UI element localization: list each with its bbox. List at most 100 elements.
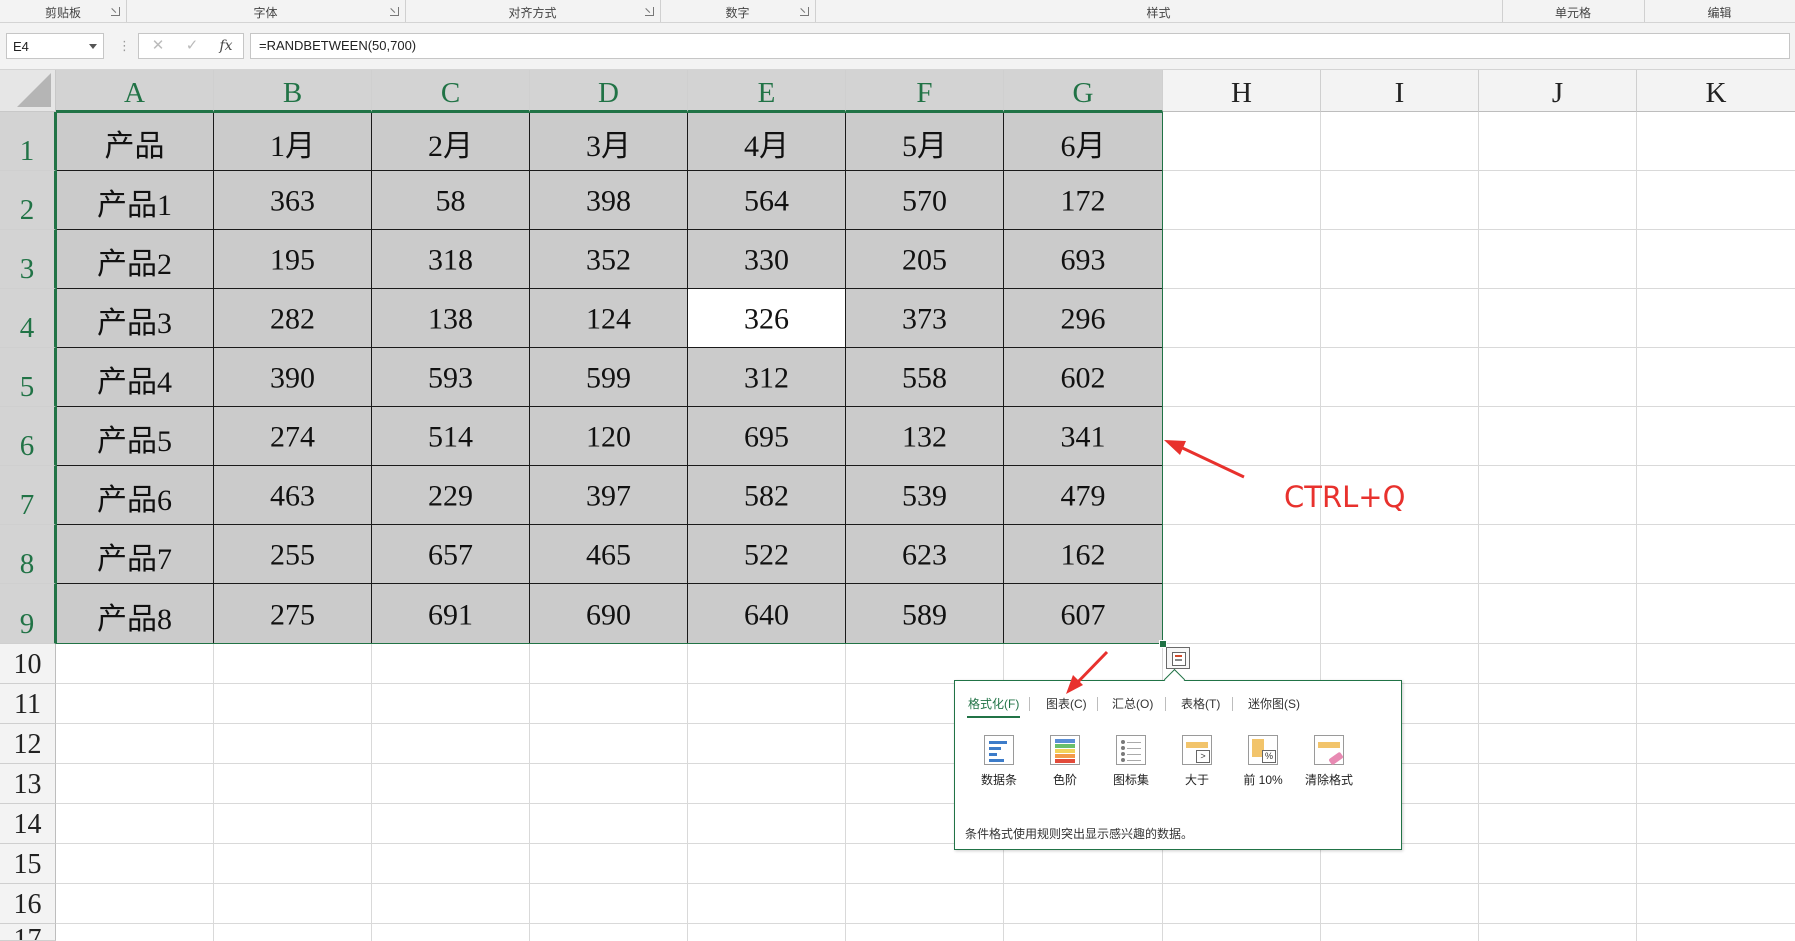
- table-cell[interactable]: 318: [372, 230, 530, 289]
- table-cell[interactable]: 589: [846, 584, 1004, 644]
- column-header-d[interactable]: D: [530, 70, 688, 112]
- row-header-8[interactable]: 8: [0, 525, 56, 584]
- dialog-launcher-icon[interactable]: [800, 7, 809, 16]
- row-header-1[interactable]: 1: [0, 112, 56, 171]
- select-all-button[interactable]: [0, 70, 56, 112]
- column-header-a[interactable]: A: [56, 70, 214, 112]
- row-header-16[interactable]: 16: [0, 884, 56, 924]
- table-cell[interactable]: 363: [214, 171, 372, 230]
- table-cell[interactable]: 282: [214, 289, 372, 348]
- column-header-f[interactable]: F: [846, 70, 1004, 112]
- table-cell[interactable]: 602: [1004, 348, 1163, 407]
- column-header-b[interactable]: B: [214, 70, 372, 112]
- table-cell[interactable]: 132: [846, 407, 1004, 466]
- table-cell[interactable]: 产品8: [56, 584, 214, 644]
- table-cell[interactable]: 373: [846, 289, 1004, 348]
- row-header-5[interactable]: 5: [0, 348, 56, 407]
- table-cell[interactable]: 产品4: [56, 348, 214, 407]
- table-cell[interactable]: 690: [530, 584, 688, 644]
- table-cell[interactable]: 522: [688, 525, 846, 584]
- table-cell[interactable]: 312: [688, 348, 846, 407]
- column-header-c[interactable]: C: [372, 70, 530, 112]
- data-bars-button[interactable]: 数据条: [967, 735, 1031, 788]
- enter-icon[interactable]: ✓: [177, 34, 207, 58]
- row-header-12[interactable]: 12: [0, 724, 56, 764]
- clear-format-button[interactable]: 清除格式: [1297, 735, 1361, 788]
- table-cell[interactable]: 558: [846, 348, 1004, 407]
- table-cell[interactable]: 479: [1004, 466, 1163, 525]
- table-cell[interactable]: 390: [214, 348, 372, 407]
- column-header-i[interactable]: I: [1321, 70, 1479, 112]
- row-header-17[interactable]: 17: [0, 924, 56, 941]
- column-header-h[interactable]: H: [1163, 70, 1321, 112]
- column-header-g[interactable]: G: [1004, 70, 1163, 112]
- insert-function-icon[interactable]: fx: [211, 34, 241, 58]
- row-header-14[interactable]: 14: [0, 804, 56, 844]
- greater-than-button[interactable]: > 大于: [1165, 735, 1229, 788]
- table-cell[interactable]: 398: [530, 171, 688, 230]
- table-header-cell[interactable]: 4月: [688, 112, 846, 171]
- table-cell[interactable]: 514: [372, 407, 530, 466]
- column-header-j[interactable]: J: [1479, 70, 1637, 112]
- tab-totals[interactable]: 汇总(O): [1111, 695, 1154, 712]
- table-header-cell[interactable]: 6月: [1004, 112, 1163, 171]
- column-header-k[interactable]: K: [1637, 70, 1795, 112]
- table-cell[interactable]: 205: [846, 230, 1004, 289]
- table-cell[interactable]: 产品6: [56, 466, 214, 525]
- table-cell[interactable]: 352: [530, 230, 688, 289]
- table-cell[interactable]: 539: [846, 466, 1004, 525]
- table-cell[interactable]: 296: [1004, 289, 1163, 348]
- row-header-11[interactable]: 11: [0, 684, 56, 724]
- table-cell[interactable]: 599: [530, 348, 688, 407]
- table-cell[interactable]: 274: [214, 407, 372, 466]
- table-cell[interactable]: 564: [688, 171, 846, 230]
- row-header-13[interactable]: 13: [0, 764, 56, 804]
- table-cell[interactable]: 58: [372, 171, 530, 230]
- table-cell[interactable]: 463: [214, 466, 372, 525]
- table-header-cell[interactable]: 3月: [530, 112, 688, 171]
- table-cell[interactable]: 693: [1004, 230, 1163, 289]
- tab-tables[interactable]: 表格(T): [1180, 695, 1221, 712]
- table-cell[interactable]: 397: [530, 466, 688, 525]
- table-cell[interactable]: 695: [688, 407, 846, 466]
- dialog-launcher-icon[interactable]: [390, 7, 399, 16]
- tab-sparklines[interactable]: 迷你图(S): [1247, 695, 1301, 712]
- table-cell[interactable]: 657: [372, 525, 530, 584]
- row-header-4[interactable]: 4: [0, 289, 56, 348]
- table-header-cell[interactable]: 5月: [846, 112, 1004, 171]
- row-header-9[interactable]: 9: [0, 584, 56, 644]
- icon-set-button[interactable]: 图标集: [1099, 735, 1163, 788]
- table-cell[interactable]: 640: [688, 584, 846, 644]
- table-cell[interactable]: 330: [688, 230, 846, 289]
- table-cell[interactable]: 570: [846, 171, 1004, 230]
- table-header-cell[interactable]: 1月: [214, 112, 372, 171]
- table-header-cell[interactable]: 2月: [372, 112, 530, 171]
- chevron-down-icon[interactable]: [89, 44, 97, 49]
- table-cell[interactable]: 691: [372, 584, 530, 644]
- table-cell[interactable]: 产品2: [56, 230, 214, 289]
- table-cell[interactable]: 162: [1004, 525, 1163, 584]
- table-cell[interactable]: 产品7: [56, 525, 214, 584]
- row-header-6[interactable]: 6: [0, 407, 56, 466]
- table-cell[interactable]: 120: [530, 407, 688, 466]
- table-cell[interactable]: 产品3: [56, 289, 214, 348]
- table-cell[interactable]: 产品1: [56, 171, 214, 230]
- table-header-cell[interactable]: 产品: [56, 112, 214, 171]
- cancel-icon[interactable]: ✕: [143, 34, 173, 58]
- table-cell[interactable]: 255: [214, 525, 372, 584]
- table-cell[interactable]: 465: [530, 525, 688, 584]
- more-options-icon[interactable]: ⋮: [118, 37, 131, 55]
- table-cell[interactable]: 582: [688, 466, 846, 525]
- table-cell[interactable]: 229: [372, 466, 530, 525]
- table-cell[interactable]: 607: [1004, 584, 1163, 644]
- table-cell[interactable]: 138: [372, 289, 530, 348]
- table-cell[interactable]: 623: [846, 525, 1004, 584]
- row-header-7[interactable]: 7: [0, 466, 56, 525]
- color-scale-button[interactable]: 色阶: [1033, 735, 1097, 788]
- name-box[interactable]: E4: [6, 33, 104, 59]
- table-cell[interactable]: 产品5: [56, 407, 214, 466]
- dialog-launcher-icon[interactable]: [645, 7, 654, 16]
- row-header-2[interactable]: 2: [0, 171, 56, 230]
- formula-input[interactable]: =RANDBETWEEN(50,700): [250, 33, 1790, 59]
- table-cell[interactable]: 341: [1004, 407, 1163, 466]
